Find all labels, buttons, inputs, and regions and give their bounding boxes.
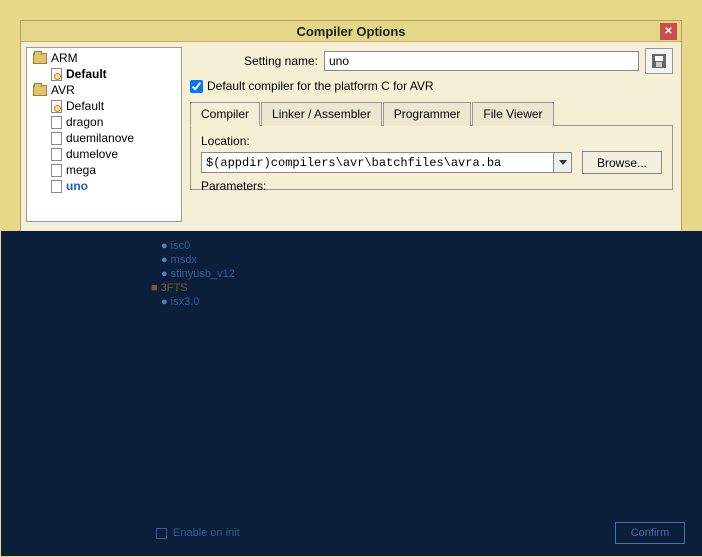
dark-item-label: isx3.0 bbox=[171, 296, 200, 308]
dark-item-label: stinyusb_v12 bbox=[171, 268, 235, 280]
bullet-icon: ● bbox=[161, 296, 168, 308]
tree-label: AVR bbox=[51, 83, 75, 97]
tree-node-avr-default[interactable]: Default bbox=[27, 98, 181, 114]
setting-icon bbox=[51, 164, 62, 177]
parameters-label: Parameters: bbox=[201, 179, 662, 193]
setting-icon bbox=[51, 116, 62, 129]
tree-label: uno bbox=[66, 179, 88, 193]
titlebar: Compiler Options ✕ bbox=[21, 21, 681, 42]
tree-label: dumelove bbox=[66, 147, 118, 161]
dark-item-label: msdx bbox=[171, 254, 197, 266]
setting-icon bbox=[51, 132, 62, 145]
dark-overlay-panel: ●isc0 ●msdx ●stinyusb_v12 ■3FTS ●isx3.0 … bbox=[1, 231, 702, 556]
dialog: Compiler Options ✕ ARM Default AVR bbox=[20, 20, 682, 550]
tab-bar: Compiler Linker / Assembler Programmer F… bbox=[190, 101, 673, 126]
tree-node-arm-default[interactable]: Default bbox=[27, 66, 181, 82]
tree-label: Default bbox=[66, 99, 104, 113]
tree-node-mega[interactable]: mega bbox=[27, 162, 181, 178]
checkbox-icon bbox=[156, 528, 167, 539]
default-compiler-label: Default compiler for the platform C for … bbox=[207, 79, 434, 93]
tree-label: Default bbox=[66, 67, 107, 81]
compiler-tab-content: Location: Browse... Parameters: bbox=[190, 126, 673, 190]
close-icon: ✕ bbox=[664, 26, 672, 37]
setting-icon bbox=[51, 68, 62, 81]
tree-node-uno[interactable]: uno bbox=[27, 178, 181, 194]
tree-node-dumelove[interactable]: dumelove bbox=[27, 146, 181, 162]
tree-label: mega bbox=[66, 163, 96, 177]
location-input[interactable] bbox=[201, 152, 554, 173]
default-compiler-checkbox[interactable] bbox=[190, 80, 203, 93]
dark-item[interactable]: ●isx3.0 bbox=[161, 295, 235, 309]
save-icon bbox=[652, 54, 666, 68]
dark-item-label: 3FTS bbox=[161, 282, 188, 294]
dark-item[interactable]: ●isc0 bbox=[161, 239, 235, 253]
dark-item[interactable]: ●stinyusb_v12 bbox=[161, 267, 235, 281]
setting-icon bbox=[51, 148, 62, 161]
tree-label: duemilanove bbox=[66, 131, 134, 145]
location-dropdown-button[interactable] bbox=[554, 152, 572, 173]
setting-name-row: Setting name: bbox=[190, 48, 673, 74]
close-button[interactable]: ✕ bbox=[660, 23, 677, 40]
bullet-icon: ● bbox=[161, 268, 168, 280]
tab-file-viewer[interactable]: File Viewer bbox=[472, 102, 553, 126]
tree-node-avr[interactable]: AVR bbox=[27, 82, 181, 98]
browse-button[interactable]: Browse... bbox=[582, 151, 662, 174]
tab-programmer[interactable]: Programmer bbox=[383, 102, 472, 126]
dark-item-parent[interactable]: ■3FTS bbox=[151, 281, 235, 295]
dark-bottom-bar: Enable on init Confirm bbox=[156, 522, 685, 544]
dark-checkbox-row[interactable]: Enable on init bbox=[156, 527, 240, 539]
dark-confirm-button[interactable]: Confirm bbox=[615, 522, 685, 544]
window-frame: Compiler Options ✕ ARM Default AVR bbox=[0, 0, 702, 557]
folder-icon bbox=[33, 85, 47, 96]
save-button[interactable] bbox=[645, 48, 673, 74]
settings-tree[interactable]: ARM Default AVR Default dragon bbox=[26, 47, 182, 222]
location-row: Browse... bbox=[201, 151, 662, 174]
dark-content: ●isc0 ●msdx ●stinyusb_v12 ■3FTS ●isx3.0 … bbox=[1, 231, 702, 556]
tree-label: ARM bbox=[51, 51, 78, 65]
setting-name-input[interactable] bbox=[324, 51, 639, 71]
chevron-down-icon bbox=[559, 160, 567, 165]
setting-icon bbox=[51, 180, 62, 193]
tab-compiler[interactable]: Compiler bbox=[190, 102, 260, 126]
bullet-icon: ● bbox=[161, 254, 168, 266]
tree-node-dragon[interactable]: dragon bbox=[27, 114, 181, 130]
dark-checkbox-label: Enable on init bbox=[173, 527, 240, 539]
default-compiler-row: Default compiler for the platform C for … bbox=[190, 79, 673, 93]
tree-label: dragon bbox=[66, 115, 103, 129]
setting-name-label: Setting name: bbox=[190, 54, 318, 68]
bullet-icon: ■ bbox=[151, 282, 158, 294]
dark-tree: ●isc0 ●msdx ●stinyusb_v12 ■3FTS ●isx3.0 bbox=[161, 239, 235, 309]
location-label: Location: bbox=[201, 134, 662, 148]
dialog-title: Compiler Options bbox=[296, 24, 405, 39]
tab-linker[interactable]: Linker / Assembler bbox=[261, 102, 382, 126]
setting-icon bbox=[51, 100, 62, 113]
dark-item-label: isc0 bbox=[171, 240, 191, 252]
tree-node-duemilanove[interactable]: duemilanove bbox=[27, 130, 181, 146]
tree-node-arm[interactable]: ARM bbox=[27, 50, 181, 66]
bullet-icon: ● bbox=[161, 240, 168, 252]
folder-icon bbox=[33, 53, 47, 64]
dark-item[interactable]: ●msdx bbox=[161, 253, 235, 267]
